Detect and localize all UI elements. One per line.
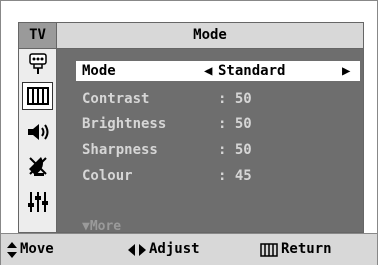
sidebar-item-setup[interactable] (23, 189, 52, 215)
channel-antenna-icon (28, 157, 47, 176)
footer-hints: Move Adjust Return (1, 233, 377, 265)
return-hint: Return (260, 234, 332, 265)
up-down-arrow-icon (7, 241, 17, 258)
more-label: More (89, 219, 122, 233)
sidebar-item-channel[interactable] (23, 153, 52, 179)
menu-item-label: Brightness (82, 116, 167, 132)
menu-item-label: Sharpness (82, 142, 158, 158)
menu-content: Mode ◀ Standard ▶ Contrast : 50 Brightne… (57, 49, 363, 232)
menu-item-sharpness[interactable]: Sharpness : 50 (76, 140, 360, 160)
menu-item-mode[interactable]: Mode ◀ Standard ▶ (76, 61, 360, 81)
adjust-label: Adjust (149, 241, 200, 257)
menu-item-brightness[interactable]: Brightness : 50 (76, 114, 360, 134)
menu-item-value: : 50 (218, 91, 252, 107)
tv-tag: TV (19, 23, 57, 48)
tv-screen: TV Mode Mode ◀ Standard ▶ Contrast: 50 … (0, 0, 378, 265)
menu-item-contrast[interactable]: Contrast : 50 (76, 89, 360, 109)
menu-item-label: Contrast (82, 91, 150, 107)
menu-item-value: : 50 (218, 116, 252, 132)
return-label: Return (281, 241, 332, 257)
move-hint: Move (7, 234, 54, 265)
mode-value: Standard (218, 63, 286, 79)
setup-icon (27, 192, 48, 212)
osd-menu: TV Mode Mode ◀ Standard ▶ Contrast: 50 … (18, 22, 364, 233)
picture-menu-icon (260, 242, 278, 257)
sidebar-item-picture[interactable] (22, 82, 53, 110)
sound-icon (27, 124, 48, 140)
input-icon (28, 53, 47, 74)
left-right-arrow-icon (128, 243, 146, 256)
menu-item-label: Mode (82, 63, 116, 79)
sidebar-item-sound[interactable] (23, 119, 52, 145)
arrow-right-icon[interactable]: ▶ (342, 61, 350, 81)
menu-item-label: Colour (82, 168, 133, 184)
menu-title: Mode (193, 27, 227, 43)
menu-item-value: : 50 (218, 142, 252, 158)
adjust-hint: Adjust (128, 234, 200, 265)
sidebar (19, 49, 57, 232)
title-bar: TV Mode (19, 23, 363, 49)
picture-icon (26, 87, 49, 105)
menu-item-colour[interactable]: Colour : 45 (76, 166, 360, 186)
sidebar-item-input[interactable] (23, 51, 52, 77)
menu-item-value: : 45 (218, 168, 252, 184)
move-label: Move (20, 241, 54, 257)
more-indicator[interactable]: ▼More (82, 219, 122, 233)
arrow-left-icon[interactable]: ◀ (204, 61, 212, 81)
chevron-down-icon: ▼ (82, 219, 90, 233)
